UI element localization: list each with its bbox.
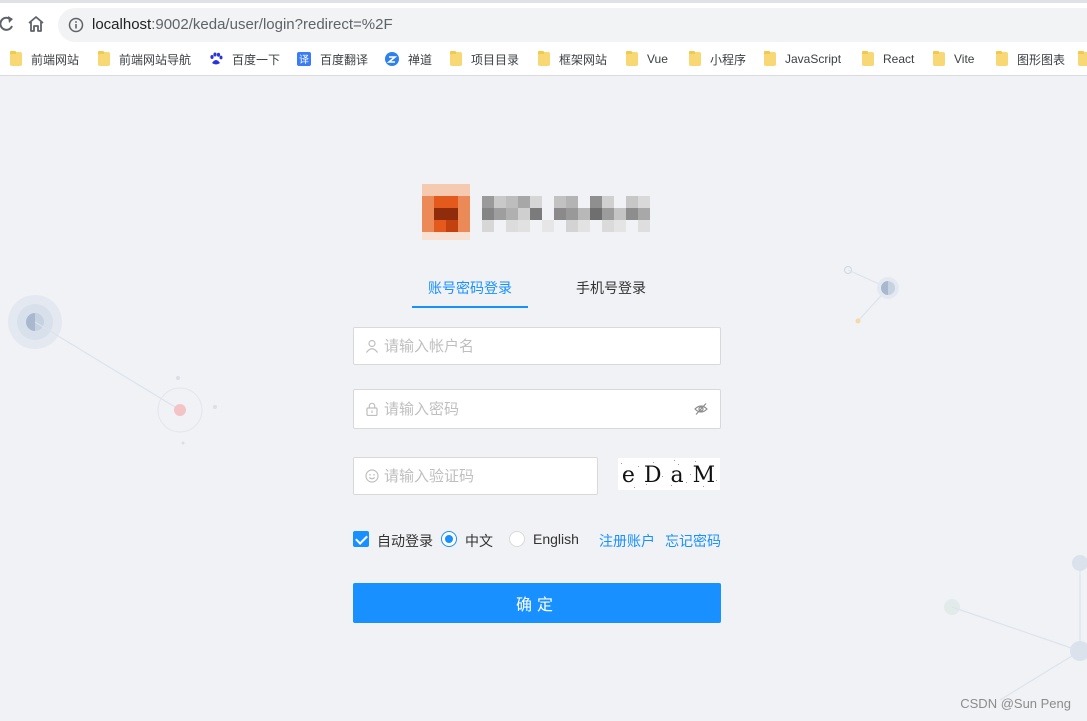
url-path: :9002/keda/user/login?redirect=%2F xyxy=(151,16,393,33)
bookmark-label: 框架网站 xyxy=(559,52,608,67)
captcha-field xyxy=(353,457,598,495)
svg-text:译: 译 xyxy=(299,54,309,66)
submit-button[interactable]: 确定 xyxy=(353,583,721,623)
bookmark-item[interactable]: Vue xyxy=(626,50,668,68)
bookmark-label: 百度翻译 xyxy=(320,52,369,67)
logo-icon xyxy=(422,184,470,240)
folder-icon xyxy=(538,51,550,66)
bookmark-item[interactable]: 小程序 xyxy=(689,50,746,68)
captcha-image[interactable]: e D a M xyxy=(618,458,720,490)
reload-icon[interactable] xyxy=(0,15,14,33)
bookmark-label: 前端网站 xyxy=(31,52,80,67)
logo-title xyxy=(482,196,650,232)
folder-icon xyxy=(1078,51,1087,66)
language-label-zh: 中文 xyxy=(465,533,493,549)
username-field xyxy=(353,327,721,365)
bookmark-label: 禅道 xyxy=(408,52,433,67)
bookmark-label: JavaScript xyxy=(785,52,842,66)
language-label-en: English xyxy=(533,531,579,547)
folder-icon xyxy=(450,51,462,66)
bookmark-label: 百度一下 xyxy=(232,52,281,67)
bookmark-item[interactable]: 译 百度翻译 xyxy=(297,50,368,68)
password-field xyxy=(353,389,721,429)
user-icon xyxy=(366,339,378,353)
bookmark-label: React xyxy=(883,52,915,66)
bookmark-label: Vite xyxy=(954,52,975,66)
bookmark-item[interactable]: 项目目录 xyxy=(450,50,519,68)
bookmark-item[interactable] xyxy=(1078,50,1087,68)
bookmark-item[interactable]: 前端网站 xyxy=(10,50,79,68)
url-field[interactable]: localhost:9002/keda/user/login?redirect=… xyxy=(58,8,1087,42)
bookmark-item[interactable]: 前端网站导航 xyxy=(98,50,191,68)
folder-icon xyxy=(10,51,22,66)
info-icon[interactable] xyxy=(68,17,84,33)
captcha-input[interactable] xyxy=(384,458,563,494)
bookmarks-bar: 前端网站 前端网站导航 百度一下 译 百度翻译 禅道 项目目录 框架网站 Vue… xyxy=(0,42,1087,76)
auto-login-checkbox[interactable] xyxy=(353,531,369,547)
password-input[interactable] xyxy=(384,390,686,428)
bookmark-item[interactable]: Vite xyxy=(933,50,974,68)
bookmark-item[interactable]: 框架网站 xyxy=(538,50,607,68)
tab-phone[interactable]: 手机号登录 xyxy=(576,278,646,298)
username-input[interactable] xyxy=(384,328,686,364)
folder-icon xyxy=(98,51,110,66)
eye-invisible-icon[interactable] xyxy=(694,402,708,416)
url-text: localhost:9002/keda/user/login?redirect=… xyxy=(92,16,393,33)
zen-icon xyxy=(385,52,399,66)
translate-icon: 译 xyxy=(297,52,311,66)
folder-icon xyxy=(862,51,874,66)
baidu-paw-icon xyxy=(210,52,223,65)
tab-active-indicator xyxy=(412,306,528,308)
captcha-text: e D a M xyxy=(622,463,716,488)
bookmark-label: 小程序 xyxy=(710,52,747,67)
bookmark-label: Vue xyxy=(647,52,668,66)
bookmark-item[interactable]: JavaScript xyxy=(764,50,841,68)
folder-icon xyxy=(764,51,776,66)
bookmark-label: 前端网站导航 xyxy=(119,52,192,67)
register-link[interactable]: 注册账户 xyxy=(599,531,655,551)
url-host: localhost xyxy=(92,16,152,33)
forgot-password-link[interactable]: 忘记密码 xyxy=(665,531,721,551)
tab-account-password[interactable]: 账号密码登录 xyxy=(428,278,512,298)
watermark: CSDN @Sun Peng xyxy=(960,696,1071,711)
language-radio-zh[interactable] xyxy=(441,531,457,547)
bookmark-item[interactable]: 禅道 xyxy=(385,50,432,68)
home-icon[interactable] xyxy=(26,14,46,34)
folder-icon xyxy=(689,51,701,66)
bookmark-item[interactable]: 百度一下 xyxy=(209,50,280,68)
folder-icon xyxy=(626,51,638,66)
bookmark-label: 项目目录 xyxy=(471,52,520,67)
bookmark-label: 图形图表 xyxy=(1017,52,1066,67)
folder-icon xyxy=(996,51,1008,66)
smile-icon xyxy=(365,469,379,483)
bookmark-item[interactable]: 图形图表 xyxy=(996,50,1065,68)
lock-icon xyxy=(366,402,378,416)
auto-login-label: 自动登录 xyxy=(377,533,433,549)
browser-address-bar: localhost:9002/keda/user/login?redirect=… xyxy=(0,0,1087,42)
language-radio-en[interactable] xyxy=(509,531,525,547)
folder-icon xyxy=(933,51,945,66)
bookmark-item[interactable]: React xyxy=(862,50,914,68)
